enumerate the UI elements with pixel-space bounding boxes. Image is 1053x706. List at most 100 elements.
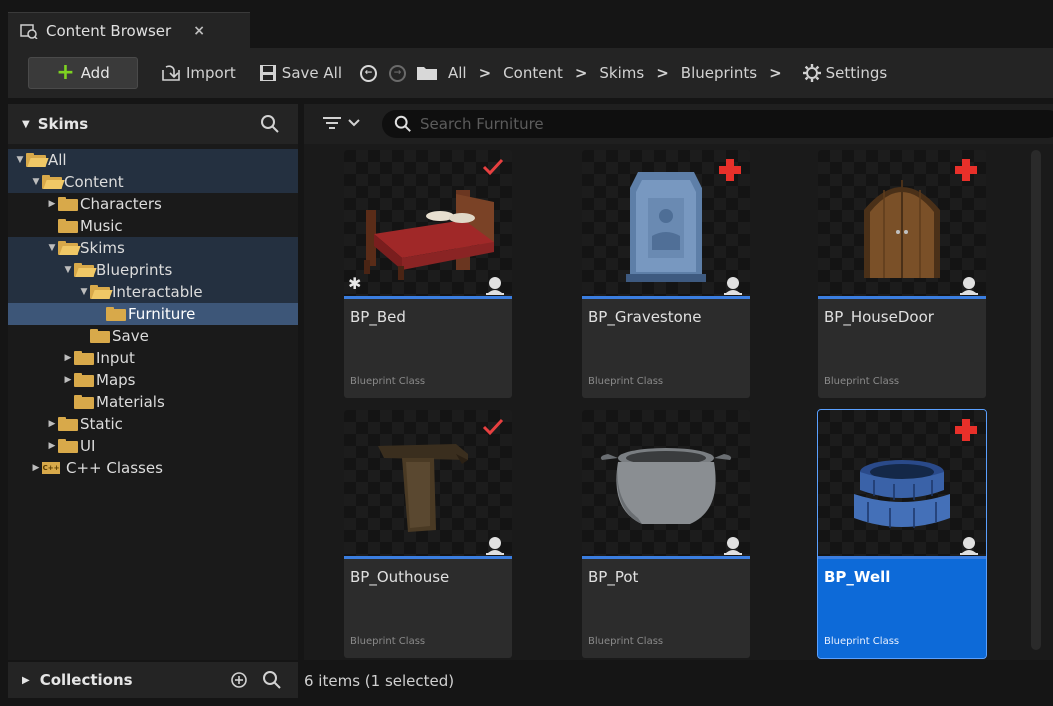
expanded-arrow-icon[interactable]: ▼ [30,177,42,187]
tree-item-label: All [48,151,67,169]
tree-item-all[interactable]: ▼ All [8,149,298,171]
collections-header[interactable]: ▶ Collections [8,662,298,698]
back-icon[interactable]: ← [359,64,377,82]
breadcrumb-item-content[interactable]: Content [503,64,563,82]
filter-button[interactable] [322,116,360,130]
collapse-arrow-icon[interactable]: ▼ [22,119,30,130]
cpp-icon: C++ [42,462,60,474]
import-label: Import [186,64,236,82]
collapsed-arrow-icon[interactable]: ▶ [46,199,58,209]
tree-item-skims[interactable]: ▼ Skims [8,237,298,259]
collapsed-arrow-icon[interactable]: ▶ [62,375,74,385]
tree-item-furniture[interactable]: Furniture [8,303,298,325]
save-all-button[interactable]: Save All [258,64,342,82]
tree-item-interactable[interactable]: ▼ Interactable [8,281,298,303]
asset-name: BP_HouseDoor [824,308,934,326]
asset-type-bar [582,296,750,299]
asset-type: Blueprint Class [824,636,900,647]
tree-item-label: Skims [80,239,125,257]
asset-type: Blueprint Class [350,376,426,387]
chevron-right-icon[interactable]: > [575,64,588,82]
breadcrumb-item-all[interactable]: All [448,64,467,82]
settings-button[interactable]: Settings [802,63,887,83]
tree-item-c-classes[interactable]: ▶ C++ C++ Classes [8,457,298,479]
scrollbar[interactable] [1031,150,1041,650]
forward-icon[interactable]: → [388,64,406,82]
content-browser-icon [20,23,38,39]
collapsed-arrow-icon[interactable]: ▶ [46,419,58,429]
asset-type-bar [582,556,750,559]
source-control-badge [954,158,978,186]
collapsed-arrow-icon[interactable]: ▶ [30,463,42,473]
folder-icon [416,67,437,80]
filter-icon [323,117,341,129]
tree-item-label: C++ Classes [66,459,163,477]
asset-name: BP_Bed [350,308,406,326]
plus-icon: + [56,60,75,85]
breadcrumb-item-blueprints[interactable]: Blueprints [681,64,757,82]
sources-header[interactable]: ▼ Skims [8,104,298,144]
folder-icon [58,417,78,431]
tree-item-ui[interactable]: ▶ UI [8,435,298,457]
close-icon[interactable]: × [193,23,205,39]
asset-tile-bp-housedoor[interactable]: BP_HouseDoor Blueprint Class [818,150,986,398]
source-control-badge [954,418,978,446]
collapsed-arrow-icon[interactable]: ▶ [46,441,58,451]
asset-name: BP_Outhouse [350,568,450,586]
content-browser-tab[interactable]: Content Browser × [8,12,250,48]
source-control-badge [718,158,742,186]
chevron-right-icon[interactable]: > [769,64,782,82]
check-icon [482,418,504,436]
asset-tile-bp-pot[interactable]: BP_Pot Blueprint Class [582,410,750,658]
search-icon[interactable] [262,670,282,690]
collapsed-arrow-icon[interactable]: ▶ [62,353,74,363]
search-icon[interactable] [260,114,280,134]
folder-open-icon [74,263,97,277]
collections-label: Collections [39,671,133,689]
tree-item-materials[interactable]: Materials [8,391,298,413]
asset-tile-bp-outhouse[interactable]: BP_Outhouse Blueprint Class [344,410,512,658]
add-collection-icon[interactable] [230,671,248,689]
asset-tile-bp-gravestone[interactable]: BP_Gravestone Blueprint Class [582,150,750,398]
chevron-right-icon[interactable]: > [656,64,669,82]
chevron-right-icon[interactable]: > [479,64,492,82]
add-red-icon [955,159,977,181]
tree-item-content[interactable]: ▼ Content [8,171,298,193]
tree-item-label: Save [112,327,149,345]
search-input[interactable]: Search Furniture [382,110,1053,138]
tree-item-label: Materials [96,393,165,411]
asset-type: Blueprint Class [350,636,426,647]
tree-item-label: Interactable [112,283,203,301]
folder-icon [74,373,94,387]
expanded-arrow-icon[interactable]: ▼ [62,265,74,275]
asset-type-bar [818,556,986,559]
folder-open-icon [42,175,65,189]
import-button[interactable]: Import [160,64,236,82]
tree-item-music[interactable]: Music [8,215,298,237]
tree-item-static[interactable]: ▶ Static [8,413,298,435]
tree-item-characters[interactable]: ▶ Characters [8,193,298,215]
expand-arrow-icon[interactable]: ▶ [22,675,30,686]
source-control-badge [482,418,504,440]
tab-title: Content Browser [46,21,172,40]
tree-item-input[interactable]: ▶ Input [8,347,298,369]
tree-item-label: Maps [96,371,136,389]
asset-tile-bp-well[interactable]: BP_Well Blueprint Class [817,409,987,659]
tree-item-blueprints[interactable]: ▼ Blueprints [8,259,298,281]
asset-name: BP_Well [824,568,891,586]
search-placeholder: Search Furniture [420,115,544,133]
tree-item-label: Content [64,173,124,191]
folder-icon [58,219,78,233]
check-icon [482,158,504,176]
tree-item-label: Music [80,217,123,235]
expanded-arrow-icon[interactable]: ▼ [14,155,26,165]
tree-item-maps[interactable]: ▶ Maps [8,369,298,391]
folder-tree: ▼ All ▼ Content ▶ Characters Music ▼ Skims ▼ Bluep… [8,144,298,479]
add-button[interactable]: + Add [28,57,138,89]
expanded-arrow-icon[interactable]: ▼ [78,287,90,297]
modified-star-icon: ✱ [348,274,362,293]
breadcrumb-item-skims[interactable]: Skims [599,64,644,82]
asset-tile-bp-bed[interactable]: ✱ BP_Bed Blueprint Class [344,150,512,398]
expanded-arrow-icon[interactable]: ▼ [46,243,58,253]
tree-item-save[interactable]: Save [8,325,298,347]
